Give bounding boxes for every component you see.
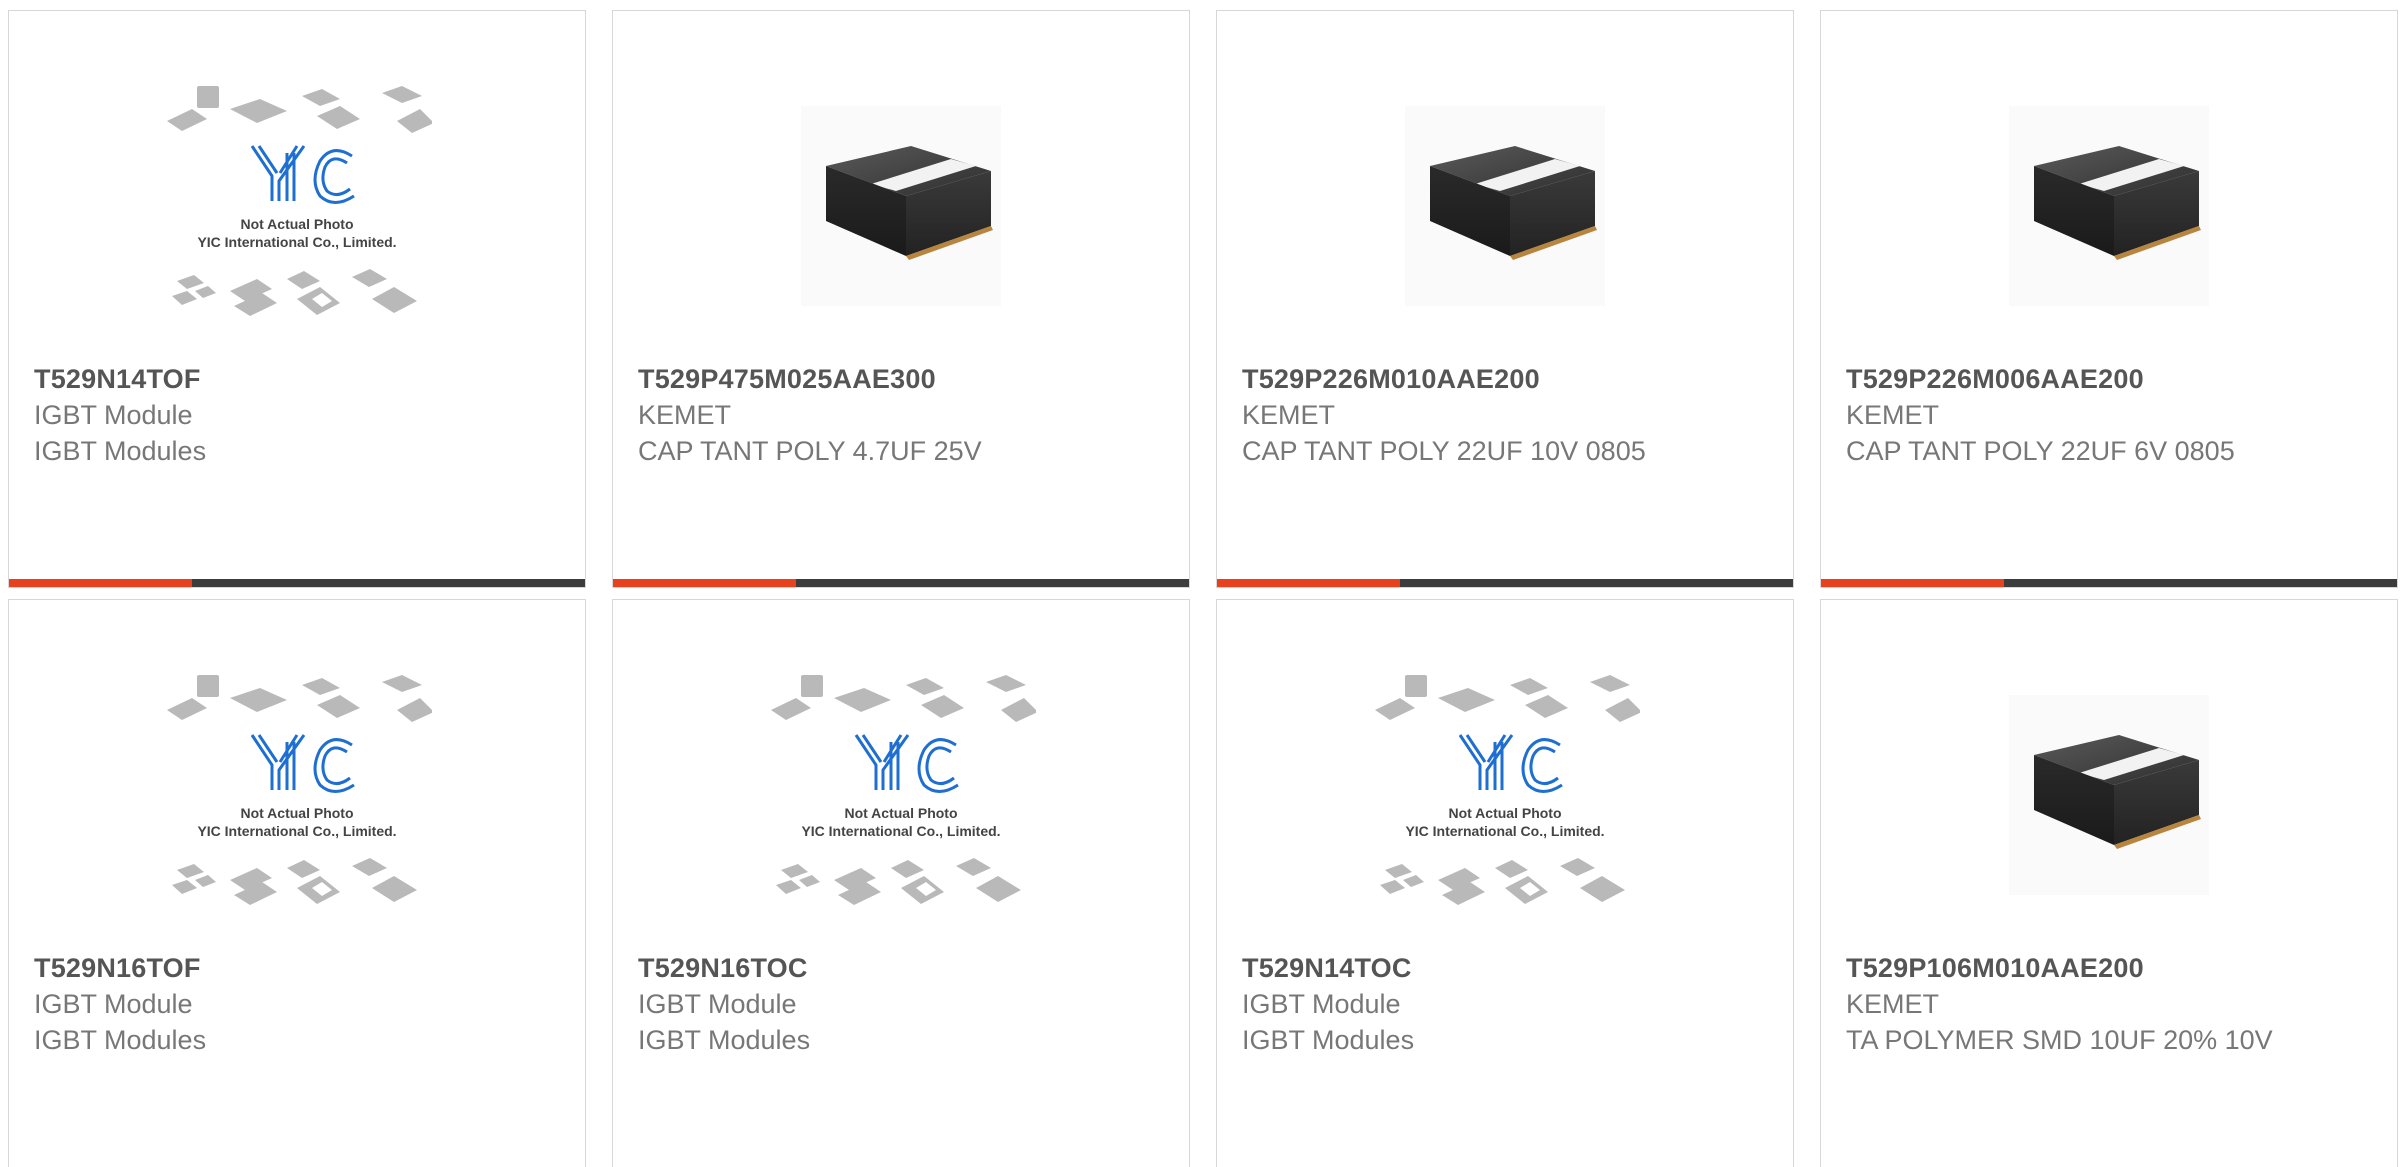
svg-text:Not Actual Photo: Not Actual Photo bbox=[844, 805, 957, 821]
description: CAP TANT POLY 4.7UF 25V bbox=[638, 436, 982, 466]
part-number[interactable]: T529P226M010AAE200 bbox=[1242, 361, 1768, 397]
manufacturer: IGBT Module bbox=[34, 989, 193, 1019]
svg-text:YIC International Co., Limited: YIC International Co., Limited. bbox=[197, 823, 396, 839]
product-card[interactable]: T529P106M010AAE200 KEMET TA POLYMER SMD … bbox=[1820, 599, 2398, 1167]
product-image bbox=[1217, 51, 1793, 361]
svg-text:YIC International Co., Limited: YIC International Co., Limited. bbox=[801, 823, 1000, 839]
description: IGBT Modules bbox=[34, 1025, 207, 1055]
svg-text:YIC International Co., Limited: YIC International Co., Limited. bbox=[1405, 823, 1604, 839]
part-number[interactable]: T529N16TOF bbox=[34, 950, 560, 986]
description: IGBT Modules bbox=[1242, 1025, 1415, 1055]
product-card[interactable]: Not Actual Photo YIC International Co., … bbox=[612, 599, 1190, 1167]
product-card[interactable]: Not Actual Photo YIC International Co., … bbox=[8, 10, 586, 588]
description: CAP TANT POLY 22UF 10V 0805 bbox=[1242, 436, 1646, 466]
card-bottom-bar bbox=[613, 579, 1189, 587]
product-image bbox=[1821, 640, 2397, 950]
manufacturer: IGBT Module bbox=[34, 400, 193, 430]
product-grid: Not Actual Photo YIC International Co., … bbox=[0, 0, 2400, 1167]
tantalum-chip-image bbox=[1405, 106, 1605, 306]
part-number[interactable]: T529N14TOF bbox=[34, 361, 560, 397]
manufacturer: KEMET bbox=[638, 400, 732, 430]
card-bottom-bar bbox=[1217, 579, 1793, 587]
yic-placeholder-image: Not Actual Photo YIC International Co., … bbox=[167, 675, 432, 905]
tantalum-chip-image bbox=[2009, 695, 2209, 895]
part-number[interactable]: T529N16TOC bbox=[638, 950, 1164, 986]
tantalum-chip-image bbox=[2009, 106, 2209, 306]
manufacturer: KEMET bbox=[1846, 989, 1940, 1019]
manufacturer: KEMET bbox=[1242, 400, 1336, 430]
product-image bbox=[613, 51, 1189, 361]
manufacturer: IGBT Module bbox=[1242, 989, 1401, 1019]
yic-placeholder-image: Not Actual Photo YIC International Co., … bbox=[771, 675, 1036, 905]
svg-text:Not Actual Photo: Not Actual Photo bbox=[240, 805, 353, 821]
product-card[interactable]: T529P226M010AAE200 KEMET CAP TANT POLY 2… bbox=[1216, 10, 1794, 588]
svg-text:Not Actual Photo: Not Actual Photo bbox=[240, 216, 353, 232]
part-number[interactable]: T529N14TOC bbox=[1242, 950, 1768, 986]
product-image: Not Actual Photo YIC International Co., … bbox=[1217, 640, 1793, 950]
description: CAP TANT POLY 22UF 6V 0805 bbox=[1846, 436, 2235, 466]
svg-text:YIC International Co., Limited: YIC International Co., Limited. bbox=[197, 234, 396, 250]
card-bottom-bar bbox=[1821, 579, 2397, 587]
product-card[interactable]: Not Actual Photo YIC International Co., … bbox=[8, 599, 586, 1167]
product-card[interactable]: T529P226M006AAE200 KEMET CAP TANT POLY 2… bbox=[1820, 10, 2398, 588]
manufacturer: KEMET bbox=[1846, 400, 1940, 430]
yic-placeholder-image: Not Actual Photo YIC International Co., … bbox=[167, 86, 432, 316]
product-image: Not Actual Photo YIC International Co., … bbox=[9, 640, 585, 950]
product-image bbox=[1821, 51, 2397, 361]
product-image: Not Actual Photo YIC International Co., … bbox=[613, 640, 1189, 950]
description: IGBT Modules bbox=[34, 436, 207, 466]
part-number[interactable]: T529P475M025AAE300 bbox=[638, 361, 1164, 397]
yic-placeholder-image: Not Actual Photo YIC International Co., … bbox=[1375, 675, 1640, 905]
tantalum-chip-image bbox=[801, 106, 1001, 306]
description: IGBT Modules bbox=[638, 1025, 811, 1055]
card-bottom-bar bbox=[9, 579, 585, 587]
product-card[interactable]: Not Actual Photo YIC International Co., … bbox=[1216, 599, 1794, 1167]
svg-text:Not Actual Photo: Not Actual Photo bbox=[1448, 805, 1561, 821]
part-number[interactable]: T529P106M010AAE200 bbox=[1846, 950, 2372, 986]
description: TA POLYMER SMD 10UF 20% 10V bbox=[1846, 1025, 2273, 1055]
product-card[interactable]: T529P475M025AAE300 KEMET CAP TANT POLY 4… bbox=[612, 10, 1190, 588]
part-number[interactable]: T529P226M006AAE200 bbox=[1846, 361, 2372, 397]
manufacturer: IGBT Module bbox=[638, 989, 797, 1019]
product-image: Not Actual Photo YIC International Co., … bbox=[9, 51, 585, 361]
